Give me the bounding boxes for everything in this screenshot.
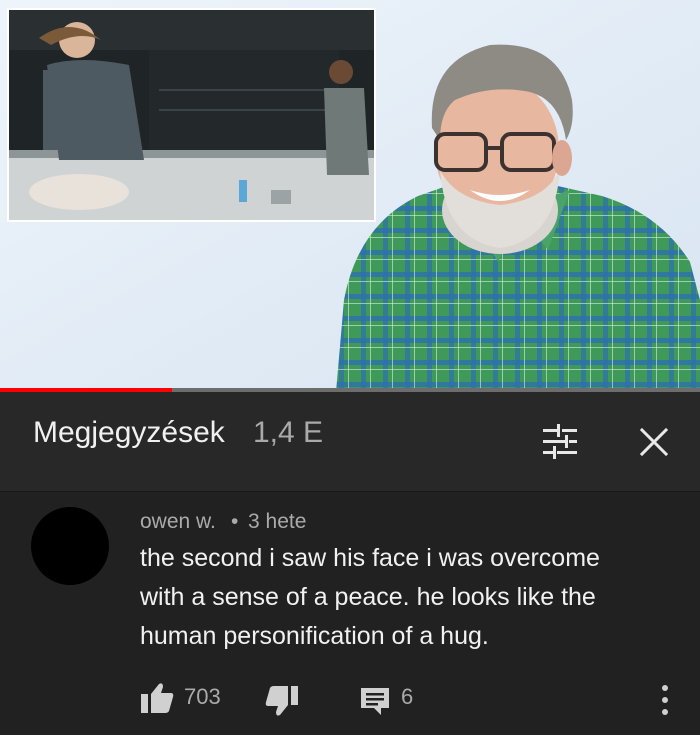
reply-icon [361,688,389,715]
comment-text-line: the second i saw his face i was overcome [140,544,600,572]
more-vert-icon [662,685,668,715]
comment-text-line: with a sense of a peace. he looks like t… [140,583,596,611]
comments-count: 1,4 E [253,416,324,449]
thumbs-down-icon [265,686,298,716]
comment-author[interactable]: owen w. [140,510,216,534]
video-inset-clip [7,8,376,222]
reply-count: 6 [401,684,414,709]
close-icon [639,427,669,457]
like-count: 703 [184,684,221,709]
video-player[interactable] [0,0,700,392]
close-comments-button[interactable] [630,418,678,466]
like-button[interactable] [137,680,177,716]
sort-comments-button[interactable] [536,418,584,466]
thumbs-up-icon [141,683,174,713]
comment-item: owen w. • 3 hete the second i saw his fa… [0,492,700,735]
meta-separator: • [231,510,239,533]
more-actions-button[interactable] [650,680,680,720]
dislike-button[interactable] [262,682,302,718]
comments-title: Megjegyzések [33,416,225,449]
comments-header: Megjegyzések 1,4 E [0,392,700,492]
inset-scene [9,10,374,220]
comment-timestamp: 3 hete [248,510,307,533]
reply-button[interactable] [357,682,393,718]
sort-filter-icon [543,424,577,459]
avatar[interactable] [31,507,109,585]
comment-text-line: human personification of a hug. [140,622,489,650]
